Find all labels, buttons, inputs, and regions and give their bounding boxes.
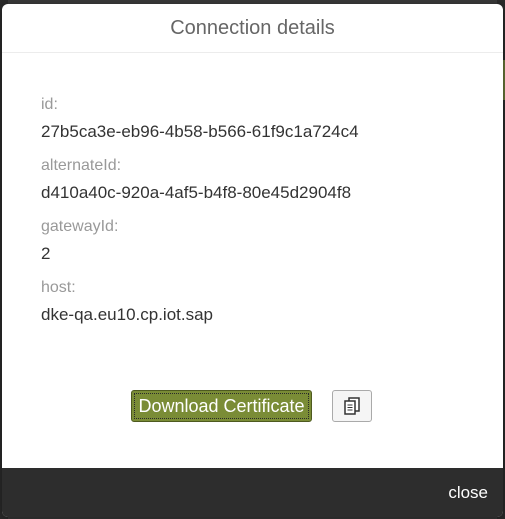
dialog-body: id: 27b5ca3e-eb96-4b58-b566-61f9c1a724c4… (2, 53, 503, 421)
field-value: 2 (41, 244, 51, 263)
field-label: id: (41, 96, 58, 113)
field-label: gatewayId: (41, 218, 119, 235)
copy-button[interactable] (332, 390, 372, 422)
field-host: host: dke-qa.eu10.cp.iot.sap (41, 278, 503, 326)
dialog-footer: close (2, 468, 503, 517)
close-button[interactable]: close (448, 483, 488, 503)
dialog-title: Connection details (170, 16, 335, 39)
field-label: host: (41, 279, 76, 296)
download-certificate-button[interactable]: Download Certificate (131, 390, 312, 422)
dialog-header: Connection details (2, 4, 503, 53)
field-alternate-id: alternateId: d410a40c-920a-4af5-b4f8-80e… (41, 156, 503, 204)
field-id: id: 27b5ca3e-eb96-4b58-b566-61f9c1a724c4 (41, 95, 503, 143)
connection-details-dialog: Connection details id: 27b5ca3e-eb96-4b5… (2, 4, 503, 517)
field-value: 27b5ca3e-eb96-4b58-b566-61f9c1a724c4 (41, 122, 359, 141)
field-value: d410a40c-920a-4af5-b4f8-80e45d2904f8 (41, 183, 352, 202)
copy-icon (344, 397, 360, 415)
field-gateway-id: gatewayId: 2 (41, 217, 503, 265)
field-label: alternateId: (41, 157, 122, 174)
field-value: dke-qa.eu10.cp.iot.sap (41, 305, 214, 324)
dialog-actions: Download Certificate (2, 390, 503, 422)
